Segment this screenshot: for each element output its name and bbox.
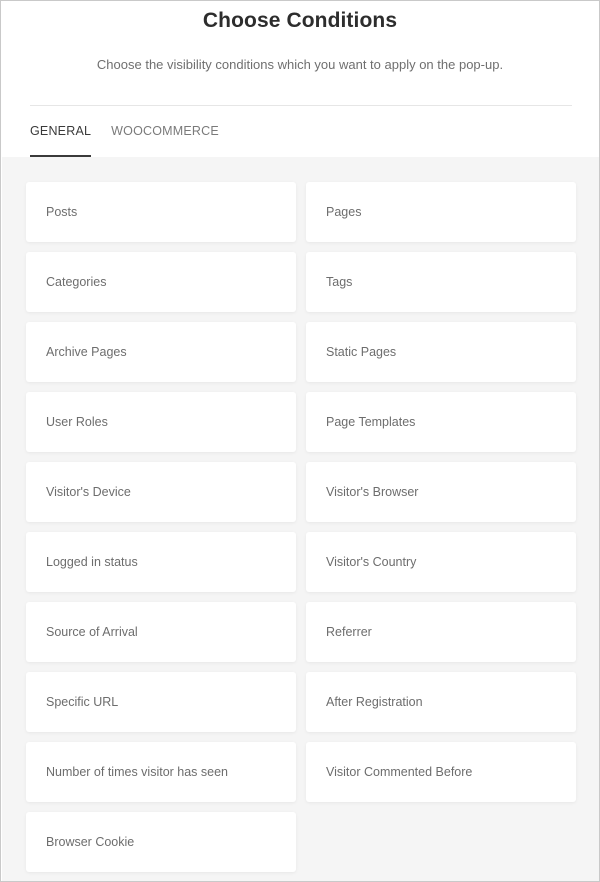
condition-tabs: GENERAL WOOCOMMERCE [30, 106, 239, 157]
condition-visitors-browser[interactable]: Visitor's Browser [306, 462, 576, 522]
condition-visitors-device[interactable]: Visitor's Device [26, 462, 296, 522]
dialog-subtitle: Choose the visibility conditions which y… [96, 57, 504, 72]
condition-visitors-country[interactable]: Visitor's Country [306, 532, 576, 592]
conditions-panel: Posts Pages Categories Tags Archive Page… [2, 157, 599, 881]
condition-posts[interactable]: Posts [26, 182, 296, 242]
condition-tags[interactable]: Tags [306, 252, 576, 312]
condition-browser-cookie[interactable]: Browser Cookie [26, 812, 296, 872]
condition-static-pages[interactable]: Static Pages [306, 322, 576, 382]
condition-visitor-commented-before[interactable]: Visitor Commented Before [306, 742, 576, 802]
choose-conditions-dialog: Choose Conditions Choose the visibility … [0, 0, 600, 882]
condition-logged-in-status[interactable]: Logged in status [26, 532, 296, 592]
tab-general[interactable]: GENERAL [30, 106, 92, 157]
condition-referrer[interactable]: Referrer [306, 602, 576, 662]
condition-categories[interactable]: Categories [26, 252, 296, 312]
condition-archive-pages[interactable]: Archive Pages [26, 322, 296, 382]
condition-number-of-times-seen[interactable]: Number of times visitor has seen [26, 742, 296, 802]
condition-pages[interactable]: Pages [306, 182, 576, 242]
condition-specific-url[interactable]: Specific URL [26, 672, 296, 732]
tab-woocommerce[interactable]: WOOCOMMERCE [111, 106, 219, 157]
condition-user-roles[interactable]: User Roles [26, 392, 296, 452]
condition-after-registration[interactable]: After Registration [306, 672, 576, 732]
dialog-title: Choose Conditions [202, 9, 398, 32]
condition-source-of-arrival[interactable]: Source of Arrival [26, 602, 296, 662]
condition-page-templates[interactable]: Page Templates [306, 392, 576, 452]
conditions-grid: Posts Pages Categories Tags Archive Page… [26, 182, 577, 872]
